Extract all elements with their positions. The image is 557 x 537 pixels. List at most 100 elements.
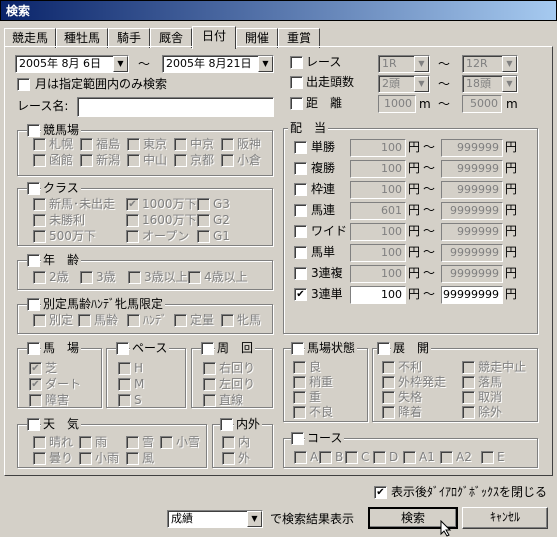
- payout-7-checkbox[interactable]: ✔: [294, 288, 307, 301]
- age-3-checkbox[interactable]: [188, 271, 201, 284]
- tab-horse[interactable]: 競走馬: [4, 28, 56, 48]
- payout-6-to-input[interactable]: 9999999: [441, 265, 503, 283]
- age-2-checkbox[interactable]: [128, 271, 141, 284]
- special-1-checkbox[interactable]: [78, 314, 91, 327]
- track-1-checkbox[interactable]: ✔: [29, 378, 42, 391]
- payout-5-to-input[interactable]: 9999999: [441, 244, 503, 262]
- payout-1-checkbox[interactable]: [294, 162, 307, 175]
- special-0-checkbox[interactable]: [33, 314, 46, 327]
- payout-3-to-input[interactable]: 9999999: [441, 202, 503, 220]
- racecourse-1-checkbox[interactable]: [80, 138, 93, 151]
- weather-0-checkbox[interactable]: [33, 436, 46, 449]
- weather-checkbox[interactable]: [27, 418, 40, 431]
- payout-7-from-input[interactable]: 100: [350, 286, 406, 304]
- distance-to-input[interactable]: 5000: [462, 95, 502, 113]
- condition-0-checkbox[interactable]: [293, 361, 306, 374]
- runners-from-select[interactable]: 2頭 ▼: [378, 75, 430, 93]
- course-1-checkbox[interactable]: [319, 451, 332, 464]
- payout-0-to-input[interactable]: 999999: [441, 139, 503, 157]
- course-3-checkbox[interactable]: [373, 451, 386, 464]
- development-6-checkbox[interactable]: [382, 406, 395, 419]
- tab-date[interactable]: 日付: [192, 26, 236, 49]
- date-from-select[interactable]: 2005年 8月 6日 ▼: [15, 55, 129, 73]
- development-5-checkbox[interactable]: [462, 391, 475, 404]
- class-3-checkbox[interactable]: [33, 214, 46, 227]
- close-after-checkbox[interactable]: ✔: [374, 486, 387, 499]
- runners-checkbox[interactable]: [290, 76, 303, 89]
- class-6-checkbox[interactable]: [33, 230, 46, 243]
- payout-6-from-input[interactable]: 100: [350, 265, 406, 283]
- payout-1-from-input[interactable]: 100: [350, 160, 406, 178]
- tab-jockey[interactable]: 騎手: [108, 28, 150, 48]
- distance-from-input[interactable]: 1000: [378, 95, 416, 113]
- track-0-checkbox[interactable]: ✔: [29, 362, 42, 375]
- result-type-select[interactable]: 成績 ▼: [167, 510, 263, 528]
- pace-2-checkbox[interactable]: [118, 394, 131, 407]
- inout-checkbox[interactable]: [220, 418, 233, 431]
- racecourse-7-checkbox[interactable]: [127, 154, 140, 167]
- payout-6-checkbox[interactable]: [294, 267, 307, 280]
- turn-2-checkbox[interactable]: [203, 394, 216, 407]
- racecourse-0-checkbox[interactable]: [33, 138, 46, 151]
- development-2-checkbox[interactable]: [382, 376, 395, 389]
- development-1-checkbox[interactable]: [462, 361, 475, 374]
- condition-2-checkbox[interactable]: [293, 391, 306, 404]
- special-4-checkbox[interactable]: [221, 314, 234, 327]
- racecourse-5-checkbox[interactable]: [33, 154, 46, 167]
- weather-4-checkbox[interactable]: [33, 452, 46, 465]
- payout-7-to-input[interactable]: 99999999: [441, 286, 503, 304]
- runners-to-select[interactable]: 18頭 ▼: [462, 75, 518, 93]
- weather-6-checkbox[interactable]: [126, 452, 139, 465]
- payout-5-from-input[interactable]: 100: [350, 244, 406, 262]
- class-7-checkbox[interactable]: [126, 230, 139, 243]
- class-8-checkbox[interactable]: [197, 230, 210, 243]
- weather-5-checkbox[interactable]: [79, 452, 92, 465]
- special-3-checkbox[interactable]: [174, 314, 187, 327]
- race-name-input[interactable]: [77, 97, 274, 117]
- racecourse-9-checkbox[interactable]: [221, 154, 234, 167]
- payout-4-to-input[interactable]: 999999: [441, 223, 503, 241]
- course-6-checkbox[interactable]: [481, 451, 494, 464]
- racecourse-3-checkbox[interactable]: [174, 138, 187, 151]
- payout-2-to-input[interactable]: 999999: [441, 181, 503, 199]
- development-7-checkbox[interactable]: [462, 406, 475, 419]
- payout-0-from-input[interactable]: 100: [350, 139, 406, 157]
- course-checkbox[interactable]: [291, 432, 304, 445]
- special-checkbox[interactable]: [27, 298, 40, 311]
- pace-1-checkbox[interactable]: [118, 378, 131, 391]
- tab-stable[interactable]: 厩舎: [150, 28, 192, 48]
- race-checkbox[interactable]: [290, 56, 303, 69]
- turn-1-checkbox[interactable]: [203, 378, 216, 391]
- payout-1-to-input[interactable]: 999999: [441, 160, 503, 178]
- weather-3-checkbox[interactable]: [160, 436, 173, 449]
- development-checkbox[interactable]: [377, 342, 390, 355]
- age-0-checkbox[interactable]: [33, 271, 46, 284]
- inout-1-checkbox[interactable]: [222, 452, 235, 465]
- weather-1-checkbox[interactable]: [79, 436, 92, 449]
- age-checkbox[interactable]: [27, 254, 40, 267]
- development-3-checkbox[interactable]: [462, 376, 475, 389]
- turn-0-checkbox[interactable]: [203, 362, 216, 375]
- racecourse-6-checkbox[interactable]: [80, 154, 93, 167]
- development-4-checkbox[interactable]: [382, 391, 395, 404]
- age-1-checkbox[interactable]: [80, 271, 93, 284]
- payout-2-from-input[interactable]: 100: [350, 181, 406, 199]
- month-only-checkbox[interactable]: [17, 78, 30, 91]
- racecourse-checkbox[interactable]: [27, 124, 40, 137]
- inout-0-checkbox[interactable]: [222, 436, 235, 449]
- payout-5-checkbox[interactable]: [294, 246, 307, 259]
- racecourse-8-checkbox[interactable]: [174, 154, 187, 167]
- racecourse-2-checkbox[interactable]: [127, 138, 140, 151]
- payout-3-checkbox[interactable]: [294, 204, 307, 217]
- turn-checkbox[interactable]: [201, 342, 214, 355]
- class-2-checkbox[interactable]: [197, 198, 210, 211]
- date-to-select[interactable]: 2005年 8月21日 ▼: [162, 55, 274, 73]
- race-to-select[interactable]: 12R ▼: [462, 55, 518, 73]
- tab-grade[interactable]: 重賞: [278, 28, 320, 48]
- course-5-checkbox[interactable]: [440, 451, 453, 464]
- class-4-checkbox[interactable]: [126, 214, 139, 227]
- payout-0-checkbox[interactable]: [294, 141, 307, 154]
- class-checkbox[interactable]: [27, 182, 40, 195]
- racecourse-4-checkbox[interactable]: [221, 138, 234, 151]
- payout-4-from-input[interactable]: 100: [350, 223, 406, 241]
